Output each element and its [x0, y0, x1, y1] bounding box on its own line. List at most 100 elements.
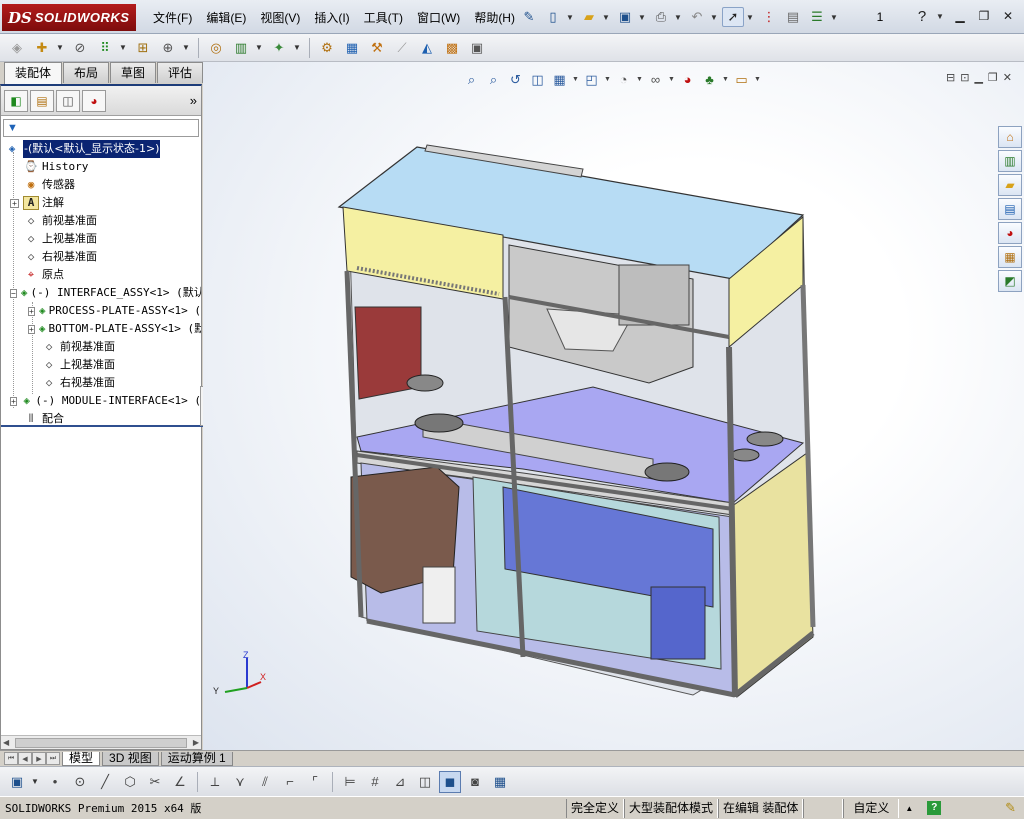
features-dropdown[interactable]: ▼ — [255, 43, 265, 52]
tab-assembly[interactable]: 装配体 — [4, 62, 63, 84]
point-icon[interactable]: • — [44, 771, 66, 793]
viewport-link-icon[interactable]: ⊡ — [960, 71, 969, 84]
expand-toggle[interactable]: + — [10, 198, 19, 208]
scroll-thumb[interactable] — [15, 737, 187, 748]
close-icon[interactable]: ✕ — [998, 7, 1018, 25]
assembly-features-icon[interactable]: ▥ — [230, 37, 252, 59]
zoom-to-fit-icon[interactable]: ⌕ — [461, 70, 482, 89]
angle-plane-icon[interactable]: ⊿ — [389, 771, 411, 793]
appearances-scenes-icon[interactable]: ◕ — [998, 222, 1022, 244]
first-tab-icon[interactable]: ⏮ — [4, 752, 18, 765]
tree-root[interactable]: ◈ -(默认<默认_显示状态-1>) — [1, 140, 201, 158]
line-icon[interactable]: ╱ — [94, 771, 116, 793]
tree-item-top-plane[interactable]: ◇ 上视基准面 — [1, 230, 201, 248]
help-icon[interactable]: ? — [912, 7, 932, 25]
tree-item-interface-assy[interactable]: − ◈ (-) INTERFACE_ASSY<1> (默认 — [1, 284, 201, 302]
move-dropdown[interactable]: ▼ — [182, 43, 192, 52]
save-dropdown[interactable]: ▼ — [638, 13, 648, 22]
tree-item-annotations[interactable]: + A 注解 — [1, 194, 201, 212]
pane-splitter[interactable] — [1, 425, 203, 427]
view-palette-icon[interactable]: ▤ — [998, 198, 1022, 220]
new-dropdown[interactable]: ▼ — [566, 13, 576, 22]
menu-edit[interactable]: 编辑(E) — [199, 10, 253, 26]
move-component-icon[interactable]: ⊕ — [157, 37, 179, 59]
table-icon[interactable]: ▦ — [489, 771, 511, 793]
parallel-lines-icon[interactable]: ⫽ — [254, 771, 276, 793]
tab-3d-view[interactable]: 3D 视图 — [102, 751, 159, 766]
trim-icon[interactable]: ✂ — [144, 771, 166, 793]
quick-tips-icon[interactable]: ? — [927, 801, 942, 815]
open-dropdown[interactable]: ▼ — [602, 13, 612, 22]
scroll-left-icon[interactable]: ◀ — [3, 738, 9, 747]
edit-appearance-icon[interactable]: ◕ — [677, 70, 698, 89]
linear-pattern-icon[interactable]: ⠿ — [94, 37, 116, 59]
expand-toggle[interactable]: + — [28, 306, 35, 316]
tree-item-history[interactable]: ⌚ History — [1, 158, 201, 176]
assembly-model[interactable] — [333, 137, 933, 717]
display-manager-tab-icon[interactable]: ◕ — [82, 89, 106, 112]
file-explorer-icon[interactable]: ▰ — [998, 174, 1022, 196]
property-manager-tab-icon[interactable]: ▤ — [30, 89, 54, 112]
tree-item-origin[interactable]: ⌖ 原点 — [1, 266, 201, 284]
tree-item-sensors[interactable]: ◉ 传感器 — [1, 176, 201, 194]
scroll-right-icon[interactable]: ▶ — [193, 738, 199, 747]
smart-fasteners-icon[interactable]: ⊞ — [132, 37, 154, 59]
tree-item-sub-front-plane[interactable]: ◇ 前视基准面 — [1, 338, 201, 356]
viewport-close-icon[interactable]: ✕ — [1003, 71, 1012, 84]
view-settings-dropdown[interactable]: ▼ — [753, 76, 762, 83]
select-arrow-icon[interactable]: ➚ — [722, 7, 744, 27]
new-motion-study-icon[interactable]: ⚙ — [316, 37, 338, 59]
dynamic-annotation-icon[interactable]: ▦ — [549, 70, 570, 89]
tree-item-sub-top-plane[interactable]: ◇ 上视基准面 — [1, 356, 201, 374]
view-settings-icon[interactable]: ▭ — [731, 70, 752, 89]
open-folder-icon[interactable]: ▰ — [578, 7, 600, 27]
camera-icon[interactable]: ◙ — [464, 771, 486, 793]
print-dropdown[interactable]: ▼ — [674, 13, 684, 22]
save-icon[interactable]: ▣ — [6, 771, 28, 793]
rebuild-traffic-light-icon[interactable]: ⋮ — [758, 7, 780, 27]
unit-system-dropdown-icon[interactable]: ▲ — [905, 804, 913, 813]
select-dropdown[interactable]: ▼ — [746, 13, 756, 22]
next-tab-icon[interactable]: ▶ — [32, 752, 46, 765]
bill-of-materials-icon[interactable]: ▦ — [341, 37, 363, 59]
angle-icon[interactable]: ∠ — [169, 771, 191, 793]
tab-layout[interactable]: 布局 — [63, 62, 110, 83]
tree-filter[interactable]: ▼ — [3, 119, 199, 137]
restore-icon[interactable]: ❐ — [974, 7, 994, 25]
explode-line-sketch-icon[interactable]: ⟋ — [391, 37, 413, 59]
solidworks-resources-icon[interactable]: ⌂ — [998, 126, 1022, 148]
insert-components-icon[interactable]: ✚ — [31, 37, 53, 59]
tab-motion-study[interactable]: 运动算例 1 — [160, 751, 233, 766]
section-view-icon[interactable]: ◫ — [527, 70, 548, 89]
previous-view-icon[interactable]: ↺ — [505, 70, 526, 89]
menu-file[interactable]: 文件(F) — [146, 10, 199, 26]
dotted-corner-icon[interactable]: ⌜ — [304, 771, 326, 793]
tree-item-module-interface[interactable]: + ◈ (-) MODULE-INTERFACE<1> ( — [1, 392, 201, 410]
box-icon[interactable]: ◫ — [414, 771, 436, 793]
save-dropdown[interactable]: ▼ — [31, 777, 41, 786]
tree-item-sub-right-plane[interactable]: ◇ 右视基准面 — [1, 374, 201, 392]
print-icon[interactable]: ⎙ — [650, 7, 672, 27]
viewport-minimize-icon[interactable]: ▁ — [974, 71, 982, 84]
prev-tab-icon[interactable]: ◀ — [18, 752, 32, 765]
edit-component-icon[interactable]: ◈ — [6, 37, 28, 59]
polygon-icon[interactable]: ⬡ — [119, 771, 141, 793]
graphics-area[interactable]: ⌕ ⌕ ↺ ◫ ▦ ▼ ◰ ▼ ◔ ▼ ∞ ▼ ◕ ♣ ▼ ▭ ▼ ⊟ ⊡ ▁ ❐ ✕ ⌂ … — [203, 62, 1024, 750]
reference-dropdown[interactable]: ▼ — [293, 43, 303, 52]
options-dropdown[interactable]: ▼ — [830, 13, 840, 22]
save-icon[interactable]: ▣ — [614, 7, 636, 27]
tree-item-bottom-plate-assy[interactable]: + ◈ BOTTOM-PLATE-ASSY<1> (默 — [1, 320, 201, 338]
menu-window[interactable]: 窗口(W) — [410, 10, 467, 26]
pattern-dropdown[interactable]: ▼ — [119, 43, 129, 52]
collapse-toggle[interactable]: − — [10, 288, 17, 298]
display-style-dropdown[interactable]: ▼ — [635, 76, 644, 83]
configuration-manager-tab-icon[interactable]: ◫ — [56, 89, 80, 112]
expand-toggle[interactable]: + — [10, 396, 17, 406]
tree-item-right-plane[interactable]: ◇ 右视基准面 — [1, 248, 201, 266]
grid-icon[interactable]: # — [364, 771, 386, 793]
view-orientation-icon[interactable]: ◰ — [581, 70, 602, 89]
tab-evaluate[interactable]: 评估 — [157, 62, 204, 83]
solidworks-logo[interactable]: DS SOLIDWORKS — [2, 4, 136, 31]
reference-geometry-icon[interactable]: ✦ — [268, 37, 290, 59]
pin-icon[interactable]: ✎ — [518, 7, 540, 27]
